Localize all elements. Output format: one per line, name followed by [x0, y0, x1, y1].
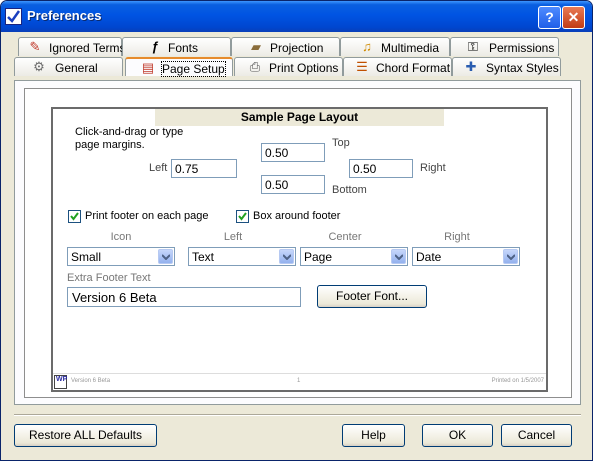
icon-column-header: Icon — [110, 231, 132, 243]
icon-size-select[interactable]: Small — [67, 247, 175, 266]
chevron-down-icon[interactable] — [391, 249, 406, 264]
chevron-down-icon[interactable] — [279, 249, 294, 264]
page-setup-panel: Sample Page Layout Click-and-drag or typ… — [14, 80, 581, 405]
printer-icon: ⎙ — [249, 59, 261, 74]
box-footer-checkbox[interactable] — [236, 210, 249, 223]
tab-print-options[interactable]: ⎙ Print Options — [234, 57, 343, 76]
font-icon: ƒ — [151, 39, 159, 54]
extra-footer-input[interactable]: Version 6 Beta — [67, 287, 301, 307]
close-button[interactable]: ✕ — [562, 6, 585, 29]
cancel-button[interactable]: Cancel — [501, 424, 572, 447]
sample-page-title: Sample Page Layout — [155, 109, 444, 126]
right-column-header: Right — [444, 231, 470, 243]
footer-left-select[interactable]: Text — [188, 247, 296, 266]
page-preview-frame: Sample Page Layout Click-and-drag or typ… — [24, 88, 572, 398]
checkmark-icon — [238, 212, 247, 221]
left-column-header: Left — [223, 231, 243, 243]
key-icon: ⚿ — [468, 39, 478, 54]
tab-syntax-styles[interactable]: ✚ Syntax Styles — [452, 57, 561, 76]
center-column-header: Center — [328, 231, 362, 243]
app-check-icon — [5, 8, 22, 25]
eraser-icon: ✎ — [29, 39, 41, 54]
tab-permissions[interactable]: ⚿ Permissions — [450, 37, 559, 56]
gears-icon: ⚙ — [33, 59, 45, 74]
footer-preview-left: Version 6 Beta — [71, 378, 111, 384]
extra-footer-label: Extra Footer Text — [67, 272, 151, 284]
checkmark-icon — [70, 212, 79, 221]
ok-button[interactable]: OK — [422, 424, 493, 447]
separator — [14, 414, 581, 416]
help-title-button[interactable]: ? — [538, 6, 561, 29]
footer-preview: WP Version 6 Beta 1 Printed on 1/5/2007 — [53, 373, 546, 391]
footer-preview-center: 1 — [297, 378, 301, 384]
print-footer-checkbox[interactable] — [68, 210, 81, 223]
footer-center-select[interactable]: Page — [300, 247, 408, 266]
restore-defaults-button[interactable]: Restore ALL Defaults — [14, 424, 157, 447]
chevron-down-icon[interactable] — [503, 249, 518, 264]
tab-fonts[interactable]: ƒ Fonts — [122, 37, 231, 56]
sample-page[interactable]: Sample Page Layout Click-and-drag or typ… — [51, 107, 548, 392]
wp-logo-icon: WP — [54, 375, 67, 389]
tab-chord-format[interactable]: ☰ Chord Format — [343, 57, 452, 76]
help-button[interactable]: Help — [342, 424, 405, 447]
tab-general[interactable]: ⚙ General — [14, 57, 123, 76]
box-footer-label[interactable]: Box around footer — [253, 210, 340, 222]
margin-hint: Click-and-drag or type page margins. — [75, 126, 184, 151]
footer-preview-right: Printed on 1/5/2007 — [491, 378, 544, 384]
footer-font-button[interactable]: Footer Font... — [317, 285, 427, 308]
tab-projection[interactable]: ▰ Projection — [231, 37, 340, 56]
top-margin-label: Top — [332, 137, 350, 149]
bottom-margin-input[interactable]: 0.50 — [261, 175, 325, 194]
footer-right-select[interactable]: Date — [412, 247, 520, 266]
tab-multimedia[interactable]: ♫ Multimedia — [340, 37, 450, 56]
styles-icon: ✚ — [465, 59, 477, 74]
tab-page-setup[interactable]: ▤ Page Setup — [125, 57, 233, 77]
page-icon: ▤ — [141, 60, 155, 75]
chevron-down-icon[interactable] — [158, 249, 173, 264]
top-margin-input[interactable]: 0.50 — [261, 143, 325, 162]
tab-ignored-terms[interactable]: ✎ Ignored Terms — [18, 37, 125, 56]
bottom-margin-label: Bottom — [332, 184, 367, 196]
music-note-icon: ♫ — [362, 39, 372, 54]
right-margin-input[interactable]: 0.50 — [349, 159, 413, 178]
projector-icon: ▰ — [251, 39, 261, 54]
print-footer-label[interactable]: Print footer on each page — [85, 210, 209, 222]
preferences-window: Preferences ? ✕ ✎ Ignored Terms ƒ Fonts … — [0, 0, 593, 461]
title-bar[interactable]: Preferences ? ✕ — [1, 1, 592, 32]
right-margin-label: Right — [420, 162, 446, 174]
tab-strip: ✎ Ignored Terms ƒ Fonts ▰ Projection ♫ M… — [14, 37, 581, 85]
left-margin-label: Left — [149, 162, 168, 174]
chord-icon: ☰ — [356, 59, 368, 74]
window-title: Preferences — [27, 8, 102, 23]
left-margin-input[interactable]: 0.75 — [171, 159, 237, 178]
